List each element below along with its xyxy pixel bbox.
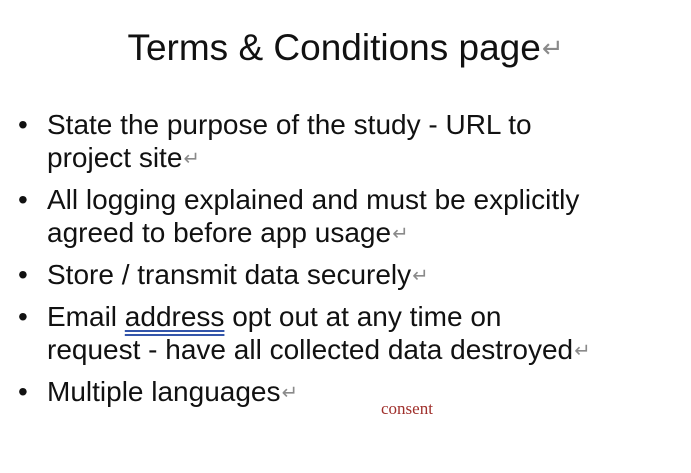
bullet-item-logging: • All logging explained and must be expl… <box>18 183 686 250</box>
bullet-dot-icon: • <box>18 184 28 216</box>
bullet-text-line: agreed to before app usage <box>47 217 392 249</box>
bullet-text-line: State the purpose of the study - URL to <box>47 109 532 140</box>
bullet-text-line: Store / transmit data securely <box>47 259 412 291</box>
paragraph-mark-icon: ↵ <box>281 381 298 405</box>
bullet-text-segment: Email <box>47 301 125 333</box>
bullet-text-line: request - have all collected data destro… <box>47 334 574 366</box>
paragraph-mark-icon: ↵ <box>183 147 200 171</box>
paragraph-mark-icon: ↵ <box>541 34 564 65</box>
bullet-list: • State the purpose of the study - URL t… <box>18 108 686 417</box>
page-title: Terms & Conditions page↵ <box>0 24 691 73</box>
bullet-item-email-opt-out: • Email address opt out at any time on r… <box>18 300 686 367</box>
paragraph-mark-icon: ↵ <box>574 339 591 363</box>
bullet-dot-icon: • <box>18 376 28 408</box>
bullet-dot-icon: • <box>18 259 28 291</box>
bullet-text-line: All logging explained and must be explic… <box>47 184 580 216</box>
bullet-text-segment: opt out at any time on <box>224 301 502 333</box>
bullet-dot-icon: • <box>18 109 28 140</box>
bullet-item-purpose: • State the purpose of the study - URL t… <box>18 108 686 175</box>
paragraph-mark-icon: ↵ <box>392 222 409 246</box>
page-title-text: Terms & Conditions page <box>127 27 541 68</box>
bullet-item-storage: • Store / transmit data securely↵ <box>18 258 686 292</box>
document-page: Terms & Conditions page↵ • State the pur… <box>0 0 691 473</box>
paragraph-mark-icon: ↵ <box>412 264 429 288</box>
annotation-text: consent <box>381 399 433 418</box>
bullet-item-languages: • Multiple languages↵ <box>18 375 686 409</box>
bullet-dot-icon: • <box>18 301 28 333</box>
underlined-word[interactable]: address <box>125 301 225 332</box>
bullet-text-line: Multiple languages <box>47 376 281 408</box>
bullet-text-line: project site <box>47 142 183 173</box>
